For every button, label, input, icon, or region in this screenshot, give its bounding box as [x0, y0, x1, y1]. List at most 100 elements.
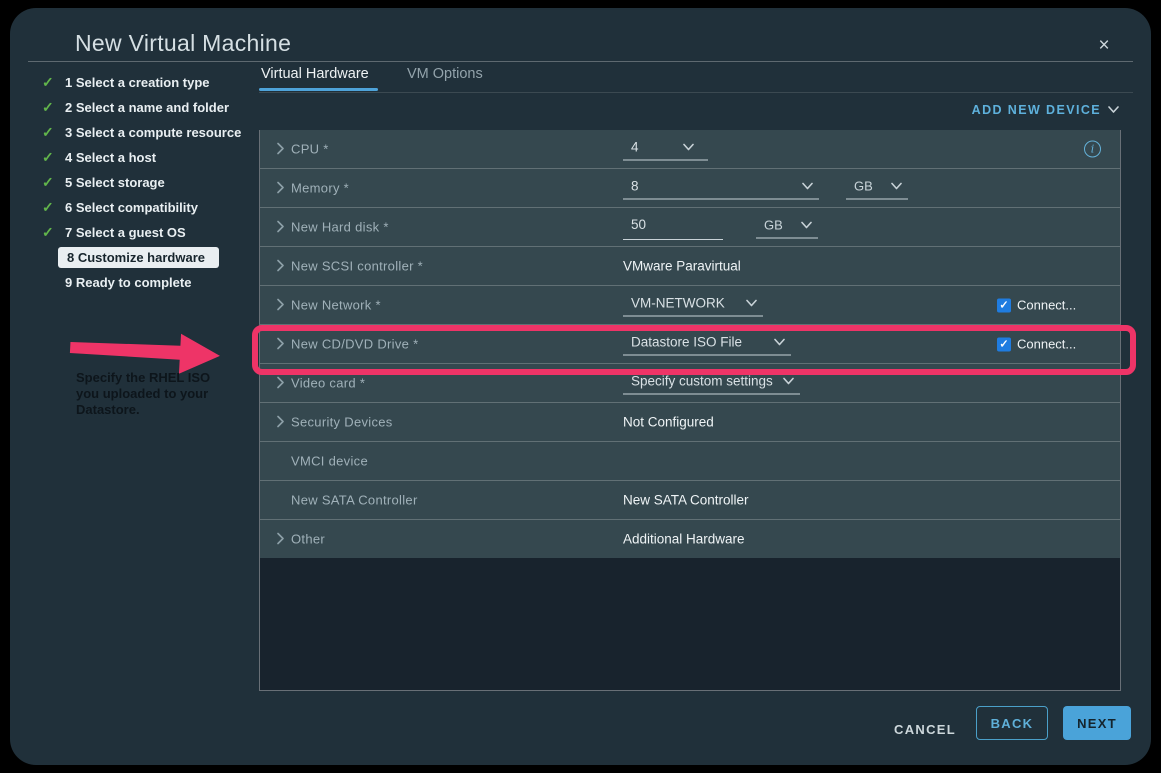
check-icon: ✓: [42, 99, 56, 116]
step-label: 9 Ready to complete: [65, 275, 191, 290]
step-label: 3 Select a compute resource: [65, 125, 241, 140]
row-label: New CD/DVD Drive *: [291, 337, 418, 352]
cd-dvd-media-select[interactable]: Datastore ISO File: [623, 333, 791, 356]
step-label: 1 Select a creation type: [65, 75, 210, 90]
hard-disk-size-value: 50: [631, 217, 646, 232]
step-customize-hardware[interactable]: ✓ 8 Customize hardware: [42, 245, 254, 270]
chevron-down-icon: [1108, 106, 1119, 114]
row-label: Security Devices: [291, 415, 393, 430]
back-button[interactable]: BACK: [976, 706, 1048, 740]
chevron-right-icon[interactable]: [277, 299, 285, 312]
step-select-host[interactable]: ✓ 4 Select a host: [42, 145, 254, 170]
row-label: New Network *: [291, 298, 381, 313]
hard-disk-size-input[interactable]: 50: [623, 214, 723, 240]
hard-disk-unit-select[interactable]: GB: [756, 216, 818, 239]
row-label: Memory *: [291, 181, 349, 196]
row-label: Other: [291, 532, 325, 547]
chevron-right-icon[interactable]: [277, 533, 285, 546]
step-label: 2 Select a name and folder: [65, 100, 229, 115]
video-card-value: Specify custom settings: [631, 374, 773, 389]
hard-disk-unit-value: GB: [764, 218, 783, 233]
row-label: CPU *: [291, 142, 329, 157]
tab-vm-options[interactable]: VM Options: [407, 66, 483, 89]
sata-controller-value: New SATA Controller: [623, 493, 749, 508]
row-new-sata-controller: New SATA Controller New SATA Controller: [260, 480, 1120, 519]
cpu-count-value: 4: [631, 140, 639, 155]
chevron-right-icon[interactable]: [277, 221, 285, 234]
step-select-compatibility[interactable]: ✓ 6 Select compatibility: [42, 195, 254, 220]
add-new-device-button[interactable]: ADD NEW DEVICE: [972, 103, 1119, 117]
video-card-select[interactable]: Specify custom settings: [623, 372, 800, 395]
checkbox-checked-icon: ✓: [997, 337, 1011, 351]
row-label: Video card *: [291, 376, 365, 391]
network-value: VM-NETWORK: [631, 296, 725, 311]
row-label: New Hard disk *: [291, 220, 389, 235]
row-memory: Memory * 8 GB: [260, 168, 1120, 207]
close-icon[interactable]: ×: [1092, 34, 1116, 58]
row-label: VMCI device: [291, 454, 368, 469]
chevron-right-icon[interactable]: [277, 338, 285, 351]
cpu-count-select[interactable]: 4: [623, 138, 708, 161]
checkbox-checked-icon: ✓: [997, 298, 1011, 312]
step-select-storage[interactable]: ✓ 5 Select storage: [42, 170, 254, 195]
row-new-hard-disk: New Hard disk * 50 GB: [260, 207, 1120, 246]
chevron-down-icon: [783, 377, 794, 385]
row-other: Other Additional Hardware: [260, 519, 1120, 558]
step-select-name-folder[interactable]: ✓ 2 Select a name and folder: [42, 95, 254, 120]
chevron-down-icon: [802, 182, 813, 190]
chevron-right-icon[interactable]: [277, 260, 285, 273]
cancel-button[interactable]: CANCEL: [882, 713, 968, 747]
check-icon: ✓: [42, 199, 56, 216]
next-button[interactable]: NEXT: [1063, 706, 1131, 740]
step-select-compute-resource[interactable]: ✓ 3 Select a compute resource: [42, 120, 254, 145]
chevron-right-icon[interactable]: [277, 182, 285, 195]
memory-size-input[interactable]: 8: [623, 177, 819, 200]
active-tab-underline: [259, 88, 378, 91]
memory-unit-select[interactable]: GB: [846, 177, 908, 200]
row-label: New SCSI controller *: [291, 259, 423, 274]
info-icon[interactable]: i: [1084, 141, 1101, 158]
row-new-cd-dvd-drive: New CD/DVD Drive * Datastore ISO File ✓ …: [260, 324, 1120, 363]
virtual-hardware-table: CPU * 4 i Memory * 8 GB: [259, 130, 1121, 691]
step-label-active: 8 Customize hardware: [58, 247, 219, 268]
annotation-note: Specify the RHEL ISO you uploaded to you…: [76, 370, 236, 418]
wizard-steps: ✓ 1 Select a creation type ✓ 2 Select a …: [42, 70, 254, 295]
cd-dvd-connect-checkbox[interactable]: ✓ Connect...: [997, 337, 1076, 352]
check-icon: ✓: [42, 74, 56, 91]
row-security-devices: Security Devices Not Configured: [260, 402, 1120, 441]
other-value: Additional Hardware: [623, 532, 745, 547]
security-devices-value: Not Configured: [623, 415, 714, 430]
check-icon: ✓: [42, 224, 56, 241]
scsi-controller-value: VMware Paravirtual: [623, 259, 741, 274]
row-new-scsi-controller: New SCSI controller * VMware Paravirtual: [260, 246, 1120, 285]
chevron-right-icon[interactable]: [277, 377, 285, 390]
chevron-down-icon: [801, 221, 812, 229]
tab-bar-divider: [259, 92, 1133, 93]
check-icon: ✓: [42, 149, 56, 166]
step-label: 7 Select a guest OS: [65, 225, 186, 240]
row-video-card: Video card * Specify custom settings: [260, 363, 1120, 402]
cd-dvd-media-value: Datastore ISO File: [631, 335, 742, 350]
title-divider: [28, 61, 1133, 62]
tab-virtual-hardware[interactable]: Virtual Hardware: [261, 66, 369, 89]
step-label: 6 Select compatibility: [65, 200, 198, 215]
chevron-down-icon: [746, 299, 757, 307]
step-ready-to-complete[interactable]: ✓ 9 Ready to complete: [42, 270, 254, 295]
dialog-title: New Virtual Machine: [75, 30, 291, 57]
new-virtual-machine-dialog: New Virtual Machine × ✓ 1 Select a creat…: [10, 8, 1151, 765]
row-new-network: New Network * VM-NETWORK ✓ Connect...: [260, 285, 1120, 324]
step-label: 4 Select a host: [65, 150, 156, 165]
step-select-guest-os[interactable]: ✓ 7 Select a guest OS: [42, 220, 254, 245]
memory-size-value: 8: [631, 179, 639, 194]
connect-label: Connect...: [1017, 298, 1076, 313]
chevron-down-icon: [774, 338, 785, 346]
row-cpu: CPU * 4 i: [260, 130, 1120, 168]
network-select[interactable]: VM-NETWORK: [623, 294, 763, 317]
chevron-right-icon[interactable]: [277, 416, 285, 429]
chevron-down-icon: [891, 182, 902, 190]
chevron-right-icon[interactable]: [277, 143, 285, 156]
network-connect-checkbox[interactable]: ✓ Connect...: [997, 298, 1076, 313]
step-select-creation-type[interactable]: ✓ 1 Select a creation type: [42, 70, 254, 95]
chevron-down-icon: [683, 143, 694, 151]
add-new-device-label: ADD NEW DEVICE: [972, 103, 1101, 117]
